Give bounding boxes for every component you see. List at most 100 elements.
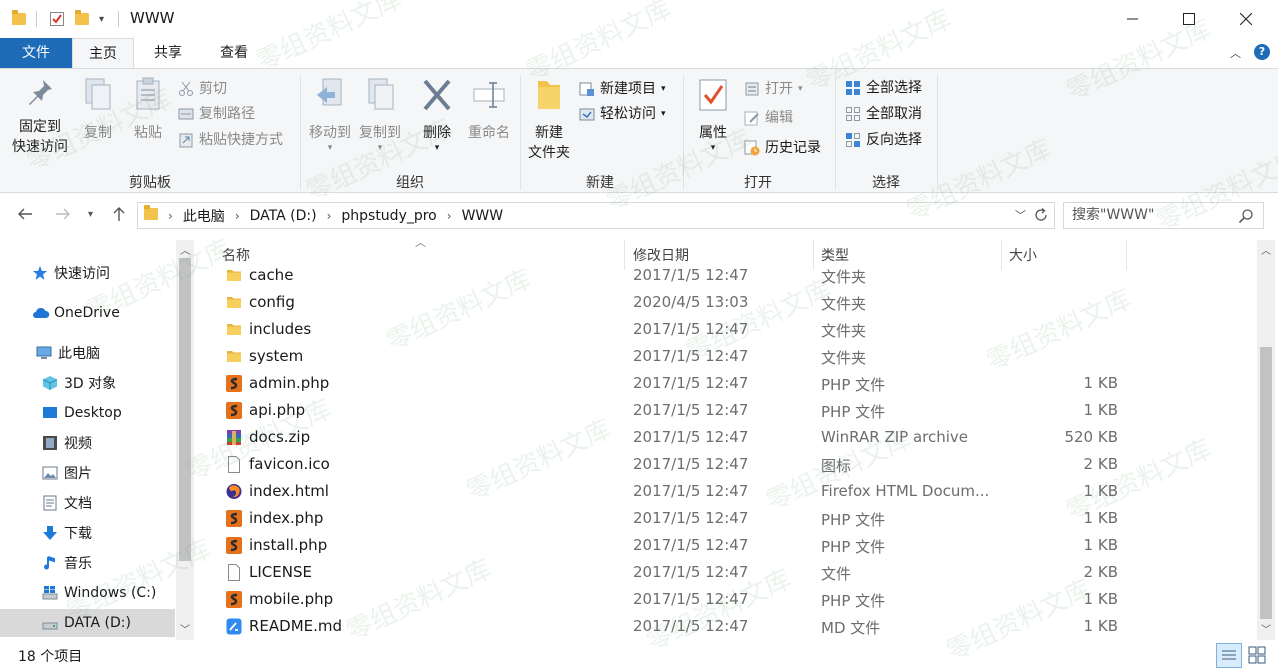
delete-button[interactable]: 删除 ▾ xyxy=(416,77,458,153)
up-arrow-icon[interactable] xyxy=(110,205,128,227)
sidebar-item-label: 快速访问 xyxy=(54,266,110,282)
copy-button[interactable]: 复制 xyxy=(76,77,120,143)
address-bar[interactable]: › 此电脑 › DATA (D:) › phpstudy_pro › WWW ﹀ xyxy=(137,202,1055,229)
file-row[interactable]: install.php 2017/1/5 12:47 PHP 文件 1 KB xyxy=(222,532,1127,559)
window-title: WWW xyxy=(130,9,175,27)
invert-selection-icon xyxy=(845,132,861,148)
scroll-down-icon[interactable]: ﹀ xyxy=(1261,621,1271,636)
details-view-icon[interactable] xyxy=(1216,643,1242,668)
zip-file-icon xyxy=(226,429,242,446)
file-row[interactable]: docs.zip 2017/1/5 12:47 WinRAR ZIP archive… xyxy=(222,424,1127,451)
new-folder-quick-icon[interactable] xyxy=(75,9,89,29)
properties-button[interactable]: 属性 ▾ xyxy=(690,77,736,153)
file-size: 1 KB xyxy=(1083,617,1118,635)
tab-view[interactable]: 查看 xyxy=(204,38,264,68)
select-group-label: 选择 xyxy=(872,175,900,191)
file-type: 图标 xyxy=(821,457,852,475)
chevron-right-icon[interactable]: › xyxy=(327,209,332,223)
file-date: 2017/1/5 12:47 xyxy=(633,266,749,284)
window-folder-icon xyxy=(12,9,26,29)
scroll-up-icon[interactable]: ︿ xyxy=(1261,242,1271,257)
pin-quick-access-button[interactable]: 固定到 快速访问 xyxy=(8,77,72,157)
help-icon[interactable]: ? xyxy=(1254,44,1270,60)
search-input[interactable]: 搜索"WWW" xyxy=(1063,202,1264,229)
file-row[interactable]: system 2017/1/5 12:47 文件夹 xyxy=(222,343,1127,370)
file-row[interactable]: admin.php 2017/1/5 12:47 PHP 文件 1 KB xyxy=(222,370,1127,397)
invert-selection-button[interactable]: 反向选择 xyxy=(845,130,922,150)
back-arrow-icon[interactable] xyxy=(16,205,34,227)
close-button[interactable] xyxy=(1218,0,1274,38)
copy-to-button[interactable]: 复制到 ▾ xyxy=(355,77,405,153)
history-button[interactable]: 历史记录 xyxy=(744,138,821,158)
chevron-right-icon[interactable]: › xyxy=(447,209,452,223)
group-separator xyxy=(300,75,301,190)
new-item-button[interactable]: 新建项目 ▾ xyxy=(579,79,666,99)
open-button[interactable]: 打开 ▾ xyxy=(744,79,803,99)
tab-share[interactable]: 共享 xyxy=(140,38,196,68)
select-none-button[interactable]: 全部取消 xyxy=(845,104,922,124)
copy-path-label: 复制路径 xyxy=(199,106,255,122)
file-row[interactable]: README.md 2017/1/5 12:47 MD 文件 1 KB xyxy=(222,613,1127,640)
edit-button[interactable]: 编辑 xyxy=(744,108,793,128)
computer-icon xyxy=(36,345,52,361)
file-row[interactable]: index.html 2017/1/5 12:47 Firefox HTML Doc… xyxy=(222,478,1127,505)
large-icons-view-icon[interactable] xyxy=(1248,646,1266,668)
easy-access-button[interactable]: 轻松访问 ▾ xyxy=(579,104,666,124)
customize-toolbar-icon[interactable]: ▾ xyxy=(99,9,104,29)
file-row[interactable]: cache 2017/1/5 12:47 文件夹 xyxy=(222,262,1127,289)
properties-quick-icon[interactable] xyxy=(49,9,65,29)
scroll-down-icon[interactable]: ﹀ xyxy=(180,621,190,636)
address-dropdown-icon[interactable]: ﹀ xyxy=(1015,207,1026,223)
easy-access-label: 轻松访问 xyxy=(600,106,656,122)
new-folder-button[interactable]: 新建 文件夹 xyxy=(524,77,574,163)
php-file-icon xyxy=(226,402,242,419)
scroll-up-icon[interactable]: ︿ xyxy=(180,242,190,257)
easy-access-icon xyxy=(579,106,595,122)
collapse-ribbon-icon[interactable]: ︿ xyxy=(1230,45,1241,61)
file-date: 2017/1/5 12:47 xyxy=(633,509,749,527)
recent-locations-icon[interactable]: ▾ xyxy=(88,209,93,220)
select-all-label: 全部选择 xyxy=(866,80,922,96)
breadcrumb-this-pc[interactable]: 此电脑 xyxy=(183,206,225,226)
file-row[interactable]: includes 2017/1/5 12:47 文件夹 xyxy=(222,316,1127,343)
file-date: 2017/1/5 12:47 xyxy=(633,347,749,365)
chevron-right-icon[interactable]: › xyxy=(235,209,240,223)
chevron-right-icon[interactable]: › xyxy=(168,209,173,223)
tab-home[interactable]: 主页 xyxy=(72,38,134,68)
file-row[interactable]: api.php 2017/1/5 12:47 PHP 文件 1 KB xyxy=(222,397,1127,424)
copy-to-icon xyxy=(355,77,405,119)
sidebar-item-data-d[interactable]: DATA (D:) xyxy=(0,609,175,637)
refresh-icon[interactable] xyxy=(1032,206,1050,228)
file-list-scrollbar-thumb[interactable] xyxy=(1260,347,1272,619)
cut-button[interactable]: 剪切 xyxy=(178,79,227,99)
file-size: 520 KB xyxy=(1064,428,1118,446)
tab-file[interactable]: 文件 xyxy=(0,38,72,68)
breadcrumb-www[interactable]: WWW xyxy=(462,208,504,224)
file-row[interactable]: index.php 2017/1/5 12:47 PHP 文件 1 KB xyxy=(222,505,1127,532)
file-row[interactable]: LICENSE 2017/1/5 12:47 文件 2 KB xyxy=(222,559,1127,586)
minimize-button[interactable] xyxy=(1105,0,1161,38)
move-to-button[interactable]: 移动到 ▾ xyxy=(305,77,355,153)
breadcrumb-data-drive[interactable]: DATA (D:) xyxy=(250,208,317,224)
paste-shortcut-button[interactable]: 粘贴快捷方式 xyxy=(178,130,283,150)
file-size: 2 KB xyxy=(1083,455,1118,473)
sidebar-scrollbar-thumb[interactable] xyxy=(179,258,191,561)
forward-arrow-icon[interactable] xyxy=(54,205,72,227)
breadcrumb-phpstudy-pro[interactable]: phpstudy_pro xyxy=(341,208,436,224)
pin-label-line1: 固定到 xyxy=(19,119,61,135)
file-row[interactable]: mobile.php 2017/1/5 12:47 PHP 文件 1 KB xyxy=(222,586,1127,613)
file-row[interactable]: config 2020/4/5 13:03 文件夹 xyxy=(222,289,1127,316)
move-to-icon xyxy=(305,77,355,119)
sidebar-scrollbar[interactable]: ︿ ﹀ xyxy=(176,240,194,640)
select-all-button[interactable]: 全部选择 xyxy=(845,78,922,98)
copy-path-button[interactable]: 复制路径 xyxy=(178,104,255,124)
file-list-scrollbar[interactable]: ︿ ﹀ xyxy=(1257,240,1275,640)
file-type: 文件夹 xyxy=(821,349,867,367)
search-icon[interactable] xyxy=(1238,208,1254,228)
paste-button[interactable]: 粘贴 xyxy=(126,77,170,143)
file-row[interactable]: favicon.ico 2017/1/5 12:47 图标 2 KB xyxy=(222,451,1127,478)
rename-button[interactable]: 重命名 xyxy=(462,77,516,143)
paste-label: 粘贴 xyxy=(134,125,162,141)
maximize-button[interactable] xyxy=(1161,0,1217,38)
file-name: admin.php xyxy=(249,374,330,392)
